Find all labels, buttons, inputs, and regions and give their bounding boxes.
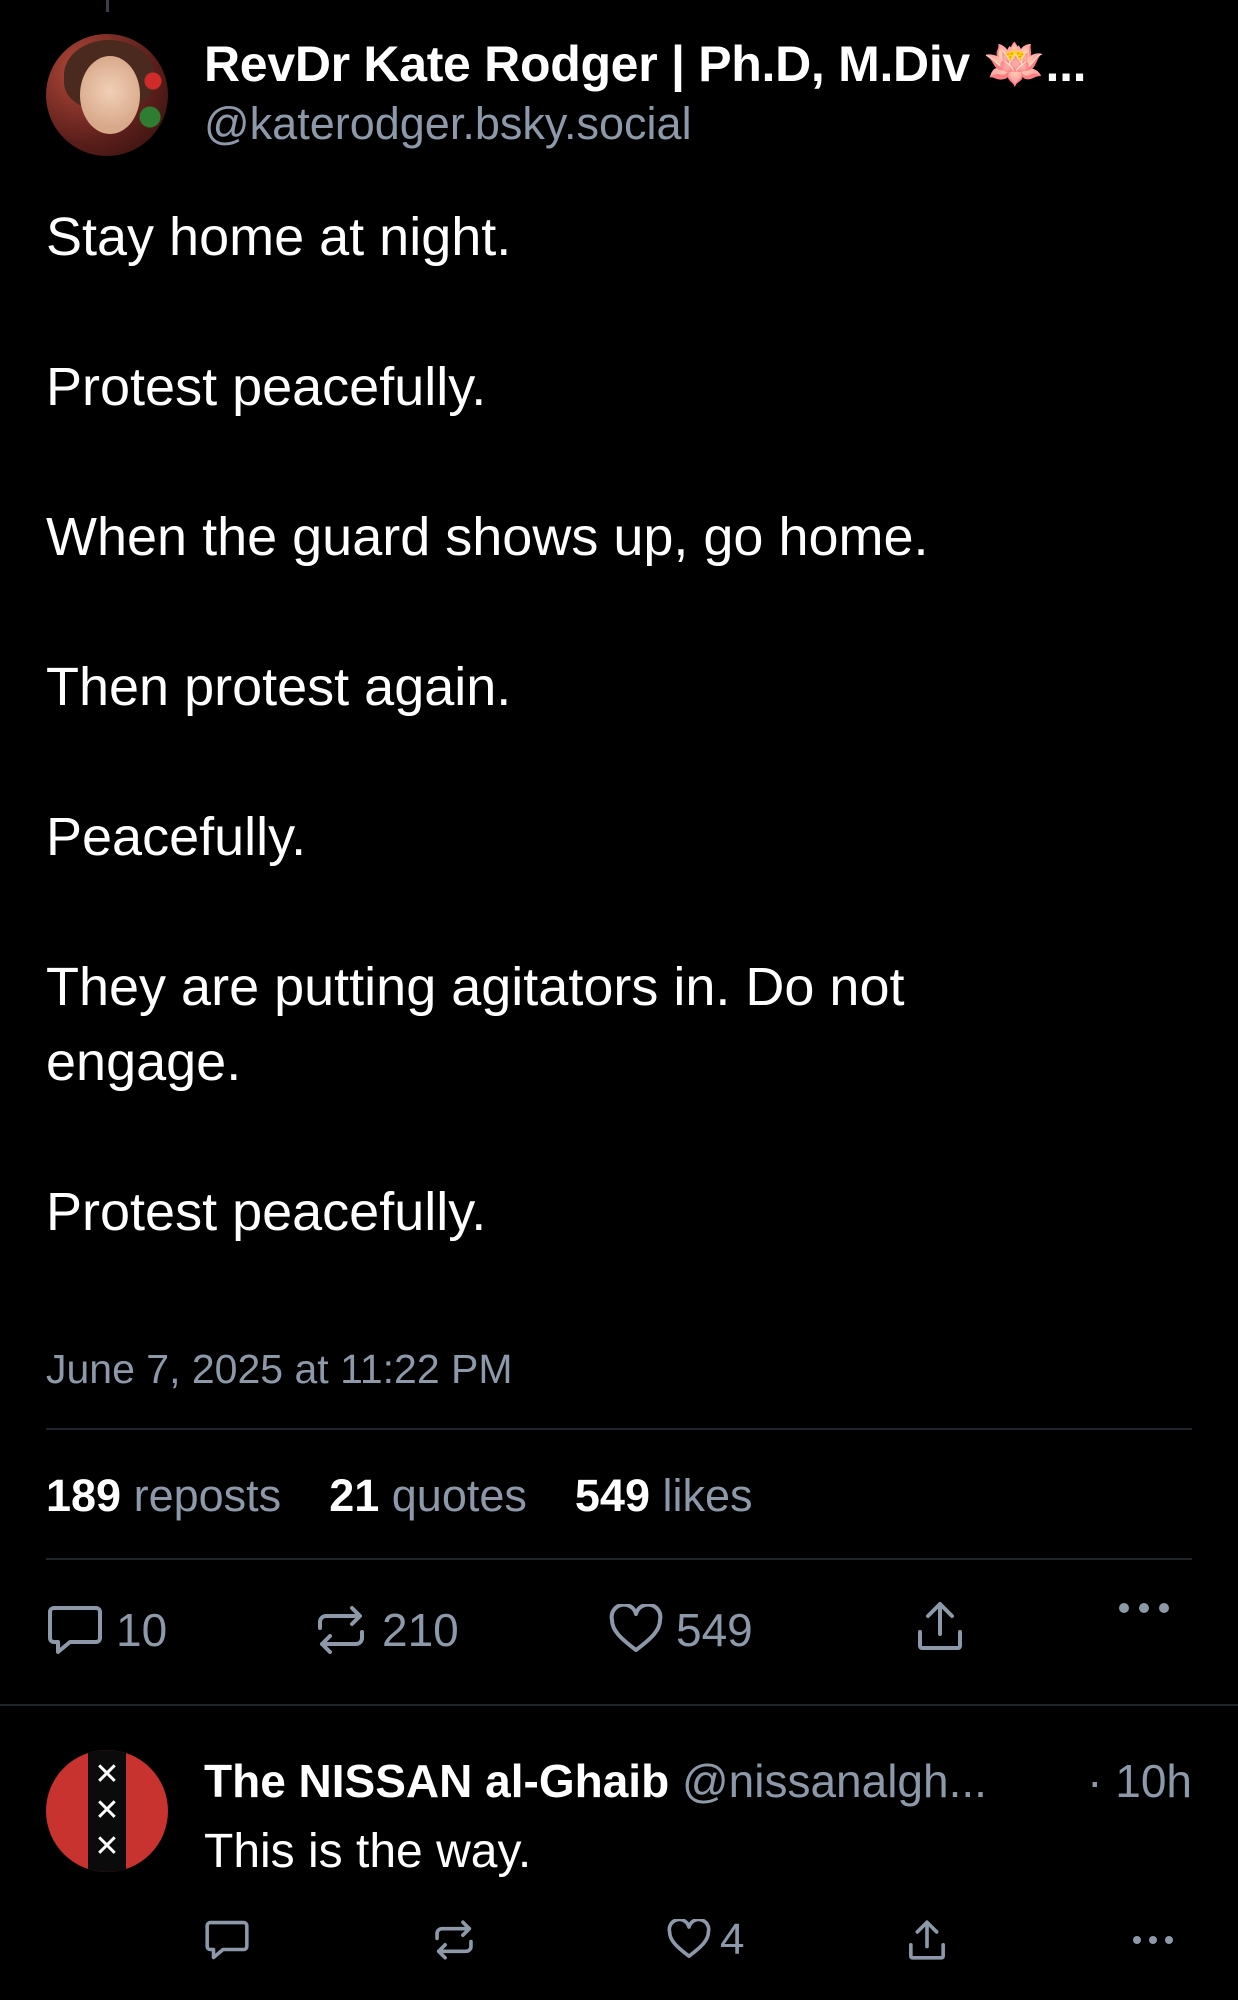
reply-time: · 10h (1087, 1755, 1192, 1807)
like-count: 549 (676, 1604, 753, 1656)
avatar-face (80, 56, 140, 134)
likes-label: likes (662, 1470, 753, 1521)
avatar-x-mark: ✕ (94, 1793, 120, 1828)
speech-bubble-icon (48, 1606, 102, 1654)
thread-connector-line (106, 0, 109, 12)
reposts-label: reposts (133, 1470, 282, 1521)
more-options-button[interactable] (1116, 1598, 1172, 1618)
divider (46, 1558, 1192, 1560)
repost-arrows-icon (435, 1920, 473, 1960)
author-name-block: RevDr Kate Rodger | Ph.D, M.Div 🪷... @ka… (204, 34, 1087, 156)
post-paragraph: Protest peacefully. (46, 1182, 487, 1242)
repost-count: 210 (382, 1604, 459, 1656)
likes-count: 549 (574, 1470, 650, 1521)
reply-reply-button[interactable] (204, 1912, 250, 1968)
reply-more-options-button[interactable] (1130, 1912, 1176, 1968)
post-paragraph: Stay home at night. (46, 207, 512, 267)
post-action-bar: 10 210 549 (46, 1598, 1192, 1662)
reply-display-name[interactable]: The NISSAN al-Ghaib (204, 1755, 669, 1807)
author-handle[interactable]: @katerodger.bsky.social (204, 95, 1086, 153)
post-timestamp: June 7, 2025 at 11:22 PM (46, 1346, 513, 1392)
post-header: RevDr Kate Rodger | Ph.D, M.Div 🪷... @ka… (46, 34, 1087, 156)
reposts-stat[interactable]: 189 reposts (46, 1466, 281, 1526)
reply-like-button[interactable]: 4 (666, 1912, 744, 1968)
share-upload-icon (918, 1602, 962, 1650)
quotes-stat[interactable]: 21 quotes (329, 1466, 527, 1526)
reply-repost-button[interactable] (432, 1912, 476, 1968)
reply-header: The NISSAN al-Ghaib @nissanalgh... · 10h (204, 1752, 1192, 1810)
likes-stat[interactable]: 549 likes (575, 1466, 753, 1526)
reply-button[interactable]: 10 (46, 1598, 167, 1662)
heart-icon (609, 1604, 663, 1652)
share-button[interactable] (914, 1598, 966, 1654)
reply-text: This is the way. (204, 1825, 532, 1878)
reply-handle[interactable]: @nissanalgh... (682, 1755, 987, 1807)
reply-action-bar: 4 (204, 1912, 1192, 1968)
more-horizontal-icon (1119, 1603, 1169, 1613)
post-paragraph: Then protest again. (46, 657, 512, 717)
repost-button[interactable]: 210 (314, 1598, 459, 1662)
post-stats: 189 reposts 21 quotes 549 likes (46, 1466, 801, 1526)
avatar-x-mark: ✕ (94, 1829, 120, 1864)
quotes-count: 21 (329, 1470, 380, 1521)
post-paragraph: They are putting agitators in. Do not en… (46, 957, 905, 1092)
author-avatar[interactable] (46, 34, 168, 156)
reply-count: 10 (116, 1604, 168, 1656)
speech-bubble-icon (205, 1920, 249, 1960)
quotes-label: quotes (391, 1470, 527, 1521)
reply-avatar[interactable]: ✕ ✕ ✕ (46, 1750, 168, 1872)
post-paragraph: When the guard shows up, go home. (46, 507, 929, 567)
author-display-name[interactable]: RevDr Kate Rodger | Ph.D, M.Div 🪷... (204, 34, 1087, 94)
reply-share-button[interactable] (906, 1912, 948, 1968)
post-separator (0, 1704, 1238, 1706)
share-upload-icon (909, 1920, 945, 1960)
heart-icon (667, 1919, 711, 1958)
reply-like-count: 4 (720, 1915, 745, 1964)
post-paragraph: Peacefully. (46, 807, 307, 867)
post-paragraph: Protest peacefully. (46, 357, 487, 417)
repost-arrows-icon (318, 1606, 364, 1654)
divider (46, 1428, 1192, 1430)
reposts-count: 189 (46, 1470, 122, 1521)
post-body: Stay home at night. Protest peacefully. … (46, 200, 1196, 1250)
avatar-background-flowers (138, 54, 168, 144)
avatar-x-mark: ✕ (94, 1757, 120, 1792)
more-horizontal-icon (1133, 1936, 1173, 1944)
like-button[interactable]: 549 (608, 1598, 753, 1662)
